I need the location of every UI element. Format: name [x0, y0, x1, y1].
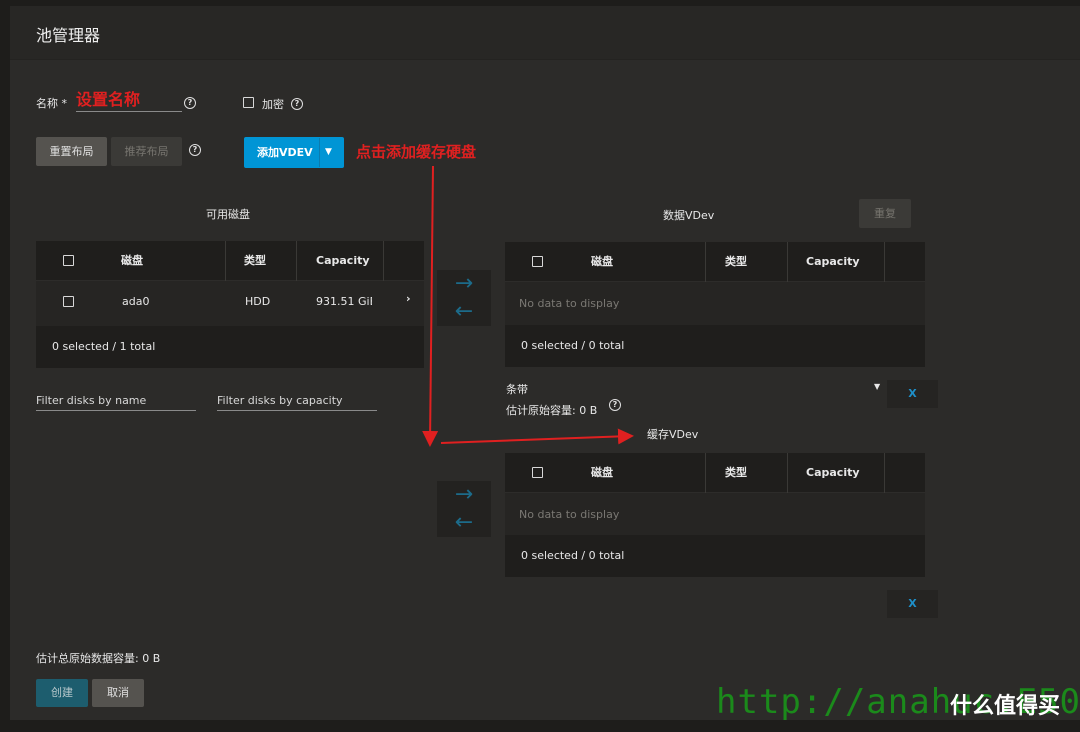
annotation-arrow-right [440, 428, 634, 445]
annotation-arrows [422, 165, 634, 447]
annotation-arrow-down [422, 165, 439, 447]
watermark-brand: 什么值得买 [950, 694, 1061, 719]
